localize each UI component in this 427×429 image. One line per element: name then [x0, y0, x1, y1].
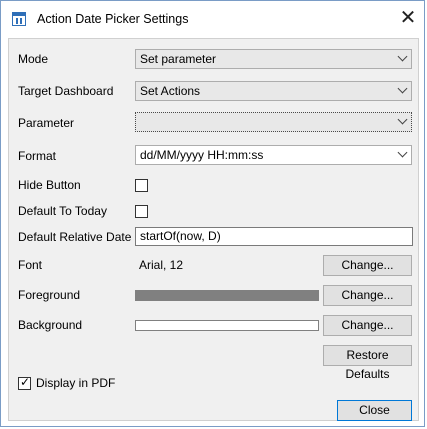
default-to-today-checkbox[interactable] [135, 205, 148, 218]
parameter-label: Parameter [18, 116, 75, 130]
default-to-today-label: Default To Today [18, 204, 107, 218]
foreground-change-button[interactable]: Change... [323, 285, 412, 306]
font-change-button[interactable]: Change... [323, 255, 412, 276]
foreground-color-swatch[interactable] [135, 290, 319, 301]
font-value: Arial, 12 [139, 258, 184, 272]
close-icon[interactable]: ✕ [397, 7, 419, 29]
font-label: Font [18, 258, 43, 272]
mode-select[interactable]: Set parameter [135, 49, 412, 69]
settings-dialog: Action Date Picker Settings ✕ Mode Set p… [0, 0, 425, 427]
foreground-label: Foreground [18, 288, 81, 302]
settings-panel: Mode Set parameter Target Dashboard Set … [8, 38, 419, 421]
default-relative-date-label: Default Relative Date [18, 230, 132, 244]
display-in-pdf-checkbox[interactable]: ✓ [18, 375, 31, 390]
checkmark-icon: ✓ [20, 375, 31, 389]
default-relative-date-input[interactable]: startOf(now, D) [135, 227, 413, 246]
title-bar: Action Date Picker Settings ✕ [1, 1, 424, 37]
format-label: Format [18, 149, 57, 163]
restore-defaults-button[interactable]: Restore Defaults [323, 345, 412, 381]
mode-value: Set parameter [140, 52, 217, 66]
chevron-down-icon [397, 51, 408, 62]
parameter-select[interactable] [135, 112, 412, 132]
format-combobox[interactable]: dd/MM/yyyy HH:mm:ss [135, 145, 412, 165]
format-value: dd/MM/yyyy HH:mm:ss [140, 148, 264, 162]
app-settings-icon [12, 12, 26, 26]
chevron-down-icon [397, 83, 408, 94]
hide-button-label: Hide Button [18, 178, 81, 192]
background-label: Background [18, 318, 83, 332]
background-color-swatch[interactable] [135, 320, 319, 331]
chevron-down-icon [397, 147, 408, 158]
dialog-title: Action Date Picker Settings [37, 12, 189, 26]
display-in-pdf-label: Display in PDF [36, 376, 116, 390]
background-change-button[interactable]: Change... [323, 315, 412, 336]
mode-label: Mode [18, 52, 49, 66]
hide-button-checkbox[interactable] [135, 179, 148, 192]
target-dashboard-value: Set Actions [140, 84, 201, 98]
target-dashboard-select[interactable]: Set Actions [135, 81, 412, 101]
close-button[interactable]: Close [337, 400, 412, 421]
chevron-down-icon [397, 114, 408, 125]
target-dashboard-label: Target Dashboard [18, 84, 114, 98]
